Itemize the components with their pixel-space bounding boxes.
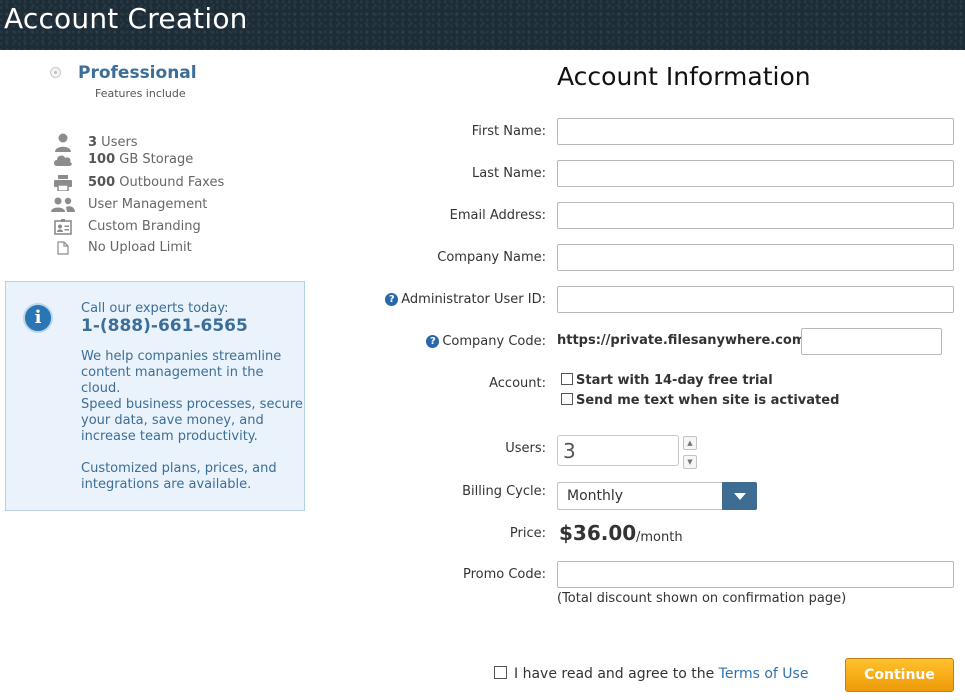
company-name-label: Company Name: [437, 250, 546, 265]
feature-label: Outbound Faxes [115, 175, 225, 190]
billing-cycle-select[interactable]: Monthly [557, 482, 757, 510]
billing-cycle-value: Monthly [567, 488, 624, 504]
contact-info-box: i Call our experts today: 1-(888)-661-65… [5, 281, 305, 511]
promo-code-input[interactable] [557, 561, 954, 588]
feature-label: Custom Branding [88, 219, 201, 234]
company-code-input[interactable] [801, 328, 942, 355]
text-me-option-label: Send me text when site is activated [576, 393, 840, 408]
chevron-down-icon[interactable] [722, 482, 757, 510]
plan-name: Professional [78, 63, 197, 83]
email-label: Email Address: [449, 208, 546, 223]
terms-of-use-link[interactable]: Terms of Use [719, 666, 809, 682]
feature-storage: 100 GB Storage [46, 150, 286, 170]
feature-upload: No Upload Limit [46, 238, 286, 258]
info-paragraph-3: Customized plans, prices, and integratio… [81, 461, 277, 492]
feature-label: Users [97, 135, 138, 150]
cloud-icon [46, 150, 80, 170]
users-label: Users: [505, 441, 546, 456]
file-icon [46, 238, 80, 258]
call-label: Call our experts today: [81, 301, 229, 316]
promo-code-label: Promo Code: [462, 567, 546, 582]
first-name-label: First Name: [471, 124, 546, 139]
trial-checkbox[interactable] [561, 373, 573, 385]
first-name-input[interactable] [557, 118, 954, 145]
agree-text: I have read and agree to the [514, 666, 719, 682]
plan-subtitle: Features include [95, 87, 186, 100]
agree-terms-row: I have read and agree to the Terms of Us… [494, 666, 808, 682]
plan-radio[interactable] [50, 67, 61, 78]
company-url-prefix: https://private.filesanywhere.com/ [557, 333, 811, 348]
text-me-checkbox[interactable] [561, 393, 573, 405]
email-input[interactable] [557, 202, 954, 229]
feature-user-management: User Management [46, 195, 286, 215]
info-paragraph-1: We help companies streamline content man… [81, 349, 282, 396]
users-increment-button[interactable]: ▲ [683, 436, 697, 450]
last-name-label: Last Name: [472, 166, 546, 181]
users-group-icon [46, 195, 80, 215]
feature-count: 100 [88, 152, 116, 167]
agree-checkbox[interactable] [494, 666, 507, 679]
price-value: $36.00 [559, 521, 637, 545]
feature-branding: Custom Branding [46, 217, 286, 237]
page-title: Account Creation [4, 2, 248, 35]
price-unit: /month [636, 530, 683, 545]
continue-button[interactable]: Continue [845, 658, 954, 692]
page-header: Account Creation [0, 0, 965, 50]
company-code-label: Company Code: [442, 334, 546, 349]
feature-count: 3 [88, 135, 98, 150]
users-decrement-button[interactable]: ▼ [683, 455, 697, 469]
form-title: Account Information [557, 62, 811, 91]
info-icon: i [23, 303, 53, 333]
info-paragraph-2: Speed business processes, secure your da… [81, 397, 303, 444]
company-name-input[interactable] [557, 244, 954, 271]
users-input[interactable]: 3 [557, 435, 679, 466]
help-icon[interactable]: ? [426, 335, 440, 348]
trial-option[interactable]: Start with 14-day free trial [561, 373, 773, 388]
price-label: Price: [509, 526, 546, 541]
admin-user-id-label-row: ? Administrator User ID: [385, 292, 546, 307]
last-name-input[interactable] [557, 160, 954, 187]
printer-icon [46, 173, 80, 193]
help-icon[interactable]: ? [385, 293, 399, 306]
text-me-option[interactable]: Send me text when site is activated [561, 393, 839, 408]
account-label: Account: [489, 376, 546, 391]
billing-cycle-label: Billing Cycle: [462, 484, 546, 499]
id-card-icon [46, 217, 80, 237]
promo-note: (Total discount shown on confirmation pa… [557, 591, 847, 606]
feature-faxes: 500 Outbound Faxes [46, 173, 286, 193]
admin-user-id-label: Administrator User ID: [401, 292, 546, 307]
trial-option-label: Start with 14-day free trial [576, 373, 773, 388]
admin-user-id-input[interactable] [557, 286, 954, 313]
feature-label: No Upload Limit [88, 240, 192, 255]
phone-number: 1-(888)-661-6565 [81, 316, 248, 336]
feature-label: GB Storage [115, 152, 194, 167]
company-code-label-row: ? Company Code: [426, 334, 546, 349]
feature-count: 500 [88, 175, 116, 190]
feature-label: User Management [88, 197, 208, 212]
